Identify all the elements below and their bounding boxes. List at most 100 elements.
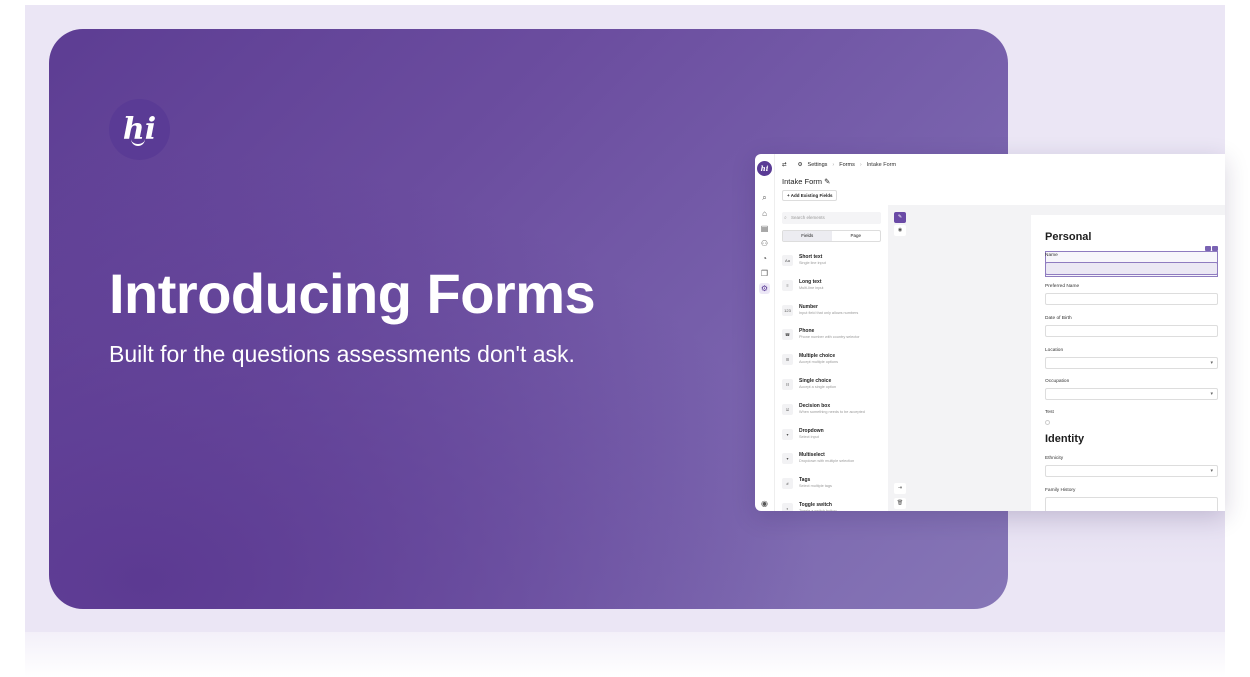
element-title: Short text <box>799 254 823 260</box>
element-type-icon: ☷ <box>782 379 793 390</box>
panel-tabs: Fields Page <box>782 230 881 242</box>
section-title-personal: Personal <box>1045 231 1092 243</box>
app-logo[interactable]: hi <box>757 161 772 176</box>
element-item[interactable]: Aa Short text Single line input <box>782 252 888 272</box>
trash-icon[interactable]: 🗑 <box>894 498 906 509</box>
breadcrumb-settings[interactable]: Settings <box>808 162 828 168</box>
tab-fields[interactable]: Fields <box>783 231 832 241</box>
element-type-icon: 123 <box>782 304 793 316</box>
element-description: Single line input <box>799 261 826 265</box>
form-preview: Personal Name Preferred Name Date of Bir… <box>1031 215 1225 511</box>
form-title-text: Intake Form <box>782 177 823 186</box>
documents-icon[interactable]: ❐ <box>759 268 770 279</box>
field-label-name: Name <box>1045 253 1058 258</box>
home-icon[interactable]: ⌂ <box>759 208 770 219</box>
element-description: Multi-line input <box>799 285 824 290</box>
profile-icon[interactable]: ◉ <box>759 498 770 509</box>
app-shadow <box>1008 511 1225 566</box>
element-item[interactable]: ▾ Multiselect Dropdown with multiple selec… <box>782 450 888 470</box>
element-item[interactable]: ☰ Multiple choice Accept multiple options <box>782 351 888 371</box>
field-label-family-history: Family History <box>1045 488 1076 493</box>
section-title-identity: Identity <box>1045 433 1085 445</box>
search-icon[interactable]: ⌕ <box>759 192 770 203</box>
element-description: Input field that only allows numbers <box>799 310 859 315</box>
preview-eye-icon[interactable]: ◉ <box>894 225 906 236</box>
element-title: Decision box <box>799 402 831 409</box>
element-type-icon: Aa <box>782 255 793 266</box>
element-description: Accept multiple options <box>799 360 839 365</box>
chart-icon[interactable]: ◔ <box>759 253 770 264</box>
edit-pencil-icon[interactable]: ✎ <box>824 177 830 186</box>
breadcrumb-intake-form: Intake Form <box>866 162 897 168</box>
element-title: Multiple choice <box>799 353 836 360</box>
element-title: Toggle switch <box>799 502 832 508</box>
name-field[interactable] <box>1045 262 1218 275</box>
element-type-icon: ▾ <box>782 453 793 465</box>
calendar-icon[interactable]: ▤ <box>759 223 770 234</box>
element-type-icon: ◐ <box>782 503 793 511</box>
element-title: Phone <box>799 328 815 335</box>
search-icon: ⌕ <box>784 215 787 221</box>
breadcrumb-separator: › <box>859 162 862 168</box>
edit-mode-icon[interactable]: ✎ <box>894 212 906 223</box>
app-screenshot: hi ⌕ ⌂ ▤ ⚇ ◔ ❐ ⚙ ◉ ⇄ ⚙ Settings › Forms … <box>755 154 1225 511</box>
element-type-icon: ☑ <box>782 403 793 415</box>
element-item[interactable]: 123 Number Input field that only allows nu… <box>782 302 888 322</box>
element-description: Select input <box>799 434 819 439</box>
form-canvas: ✎ ◉ ⇥ 🗑 Personal Name Preferred Name Dat… <box>888 205 1225 511</box>
element-item[interactable]: ≡ Long text Multi-line input <box>782 277 888 297</box>
field-label-ethnicity: Ethnicity <box>1045 456 1064 461</box>
location-select[interactable]: ▾ <box>1045 357 1218 369</box>
element-description: Accept a single option <box>799 385 837 389</box>
breadcrumb-separator: › <box>832 162 835 168</box>
chevron-down-icon: ▾ <box>1210 391 1213 397</box>
field-label-date-of-birth: Date of Birth <box>1045 316 1072 321</box>
elements-panel: ⌕ Search elements Fields Page Aa Short te… <box>775 206 888 511</box>
element-item[interactable]: ◐ Toggle switch Toggle a switch button <box>782 500 888 511</box>
hero-subtitle: Built for the questions assessments don'… <box>109 341 575 367</box>
element-type-icon: ☎ <box>782 329 793 341</box>
search-input[interactable]: ⌕ Search elements <box>782 212 881 224</box>
bottom-shadow <box>25 632 1225 677</box>
test-radio[interactable] <box>1045 420 1050 425</box>
element-title: Single choice <box>799 378 832 384</box>
element-description: Phone number with country selector <box>799 335 860 340</box>
ethnicity-select[interactable]: ▾ <box>1045 465 1218 477</box>
element-type-icon: ▾ <box>782 428 793 440</box>
field-label-preferred-name: Preferred Name <box>1045 284 1080 289</box>
settings-icon[interactable]: ⚙ <box>759 283 770 294</box>
nav-rail: hi ⌕ ⌂ ▤ ⚇ ◔ ❐ ⚙ ◉ <box>755 154 775 511</box>
swap-icon[interactable]: ⇄ <box>782 162 787 168</box>
element-title: Number <box>799 303 818 310</box>
element-item[interactable]: ☷ Single choice Accept a single option <box>782 376 888 396</box>
breadcrumb-forms[interactable]: Forms <box>839 162 855 168</box>
add-existing-fields-button[interactable]: + Add Existing Fields <box>782 190 838 201</box>
chevron-down-icon: ▾ <box>1210 468 1213 474</box>
date-of-birth-field[interactable] <box>1045 325 1218 337</box>
element-item[interactable]: ☎ Phone Phone number with country selector <box>782 326 888 346</box>
element-type-icon: ☰ <box>782 354 793 366</box>
field-label-occupation: Occupation <box>1045 379 1070 384</box>
element-item[interactable]: ▾ Dropdown Select input <box>782 426 888 446</box>
element-description: Dropdown with multiple selection <box>799 459 855 464</box>
element-type-icon: # <box>782 478 793 490</box>
move-icon[interactable]: ⇥ <box>894 483 906 494</box>
hero-title: Introducing Forms <box>109 262 596 325</box>
family-history-field[interactable] <box>1045 497 1218 511</box>
element-description: Toggle a switch button <box>799 509 837 511</box>
element-item[interactable]: # Tags Select multiple tags <box>782 475 888 495</box>
breadcrumb: ⇄ ⚙ Settings › Forms › Intake Form <box>782 160 896 170</box>
tab-page[interactable]: Page <box>832 231 881 241</box>
settings-crumb-icon: ⚙ <box>797 162 803 168</box>
element-item[interactable]: ☑ Decision box When something needs to be … <box>782 401 888 421</box>
field-label-location: Location <box>1045 348 1064 353</box>
users-icon[interactable]: ⚇ <box>759 238 770 249</box>
element-title: Long text <box>799 278 822 285</box>
element-type-icon: ≡ <box>782 279 793 291</box>
occupation-select[interactable]: ▾ <box>1045 388 1218 400</box>
element-title: Multiselect <box>799 452 825 459</box>
element-description: Select multiple tags <box>799 484 832 489</box>
preferred-name-field[interactable] <box>1045 293 1218 305</box>
element-title: Dropdown <box>799 427 824 434</box>
field-label-test: Test <box>1045 410 1054 415</box>
